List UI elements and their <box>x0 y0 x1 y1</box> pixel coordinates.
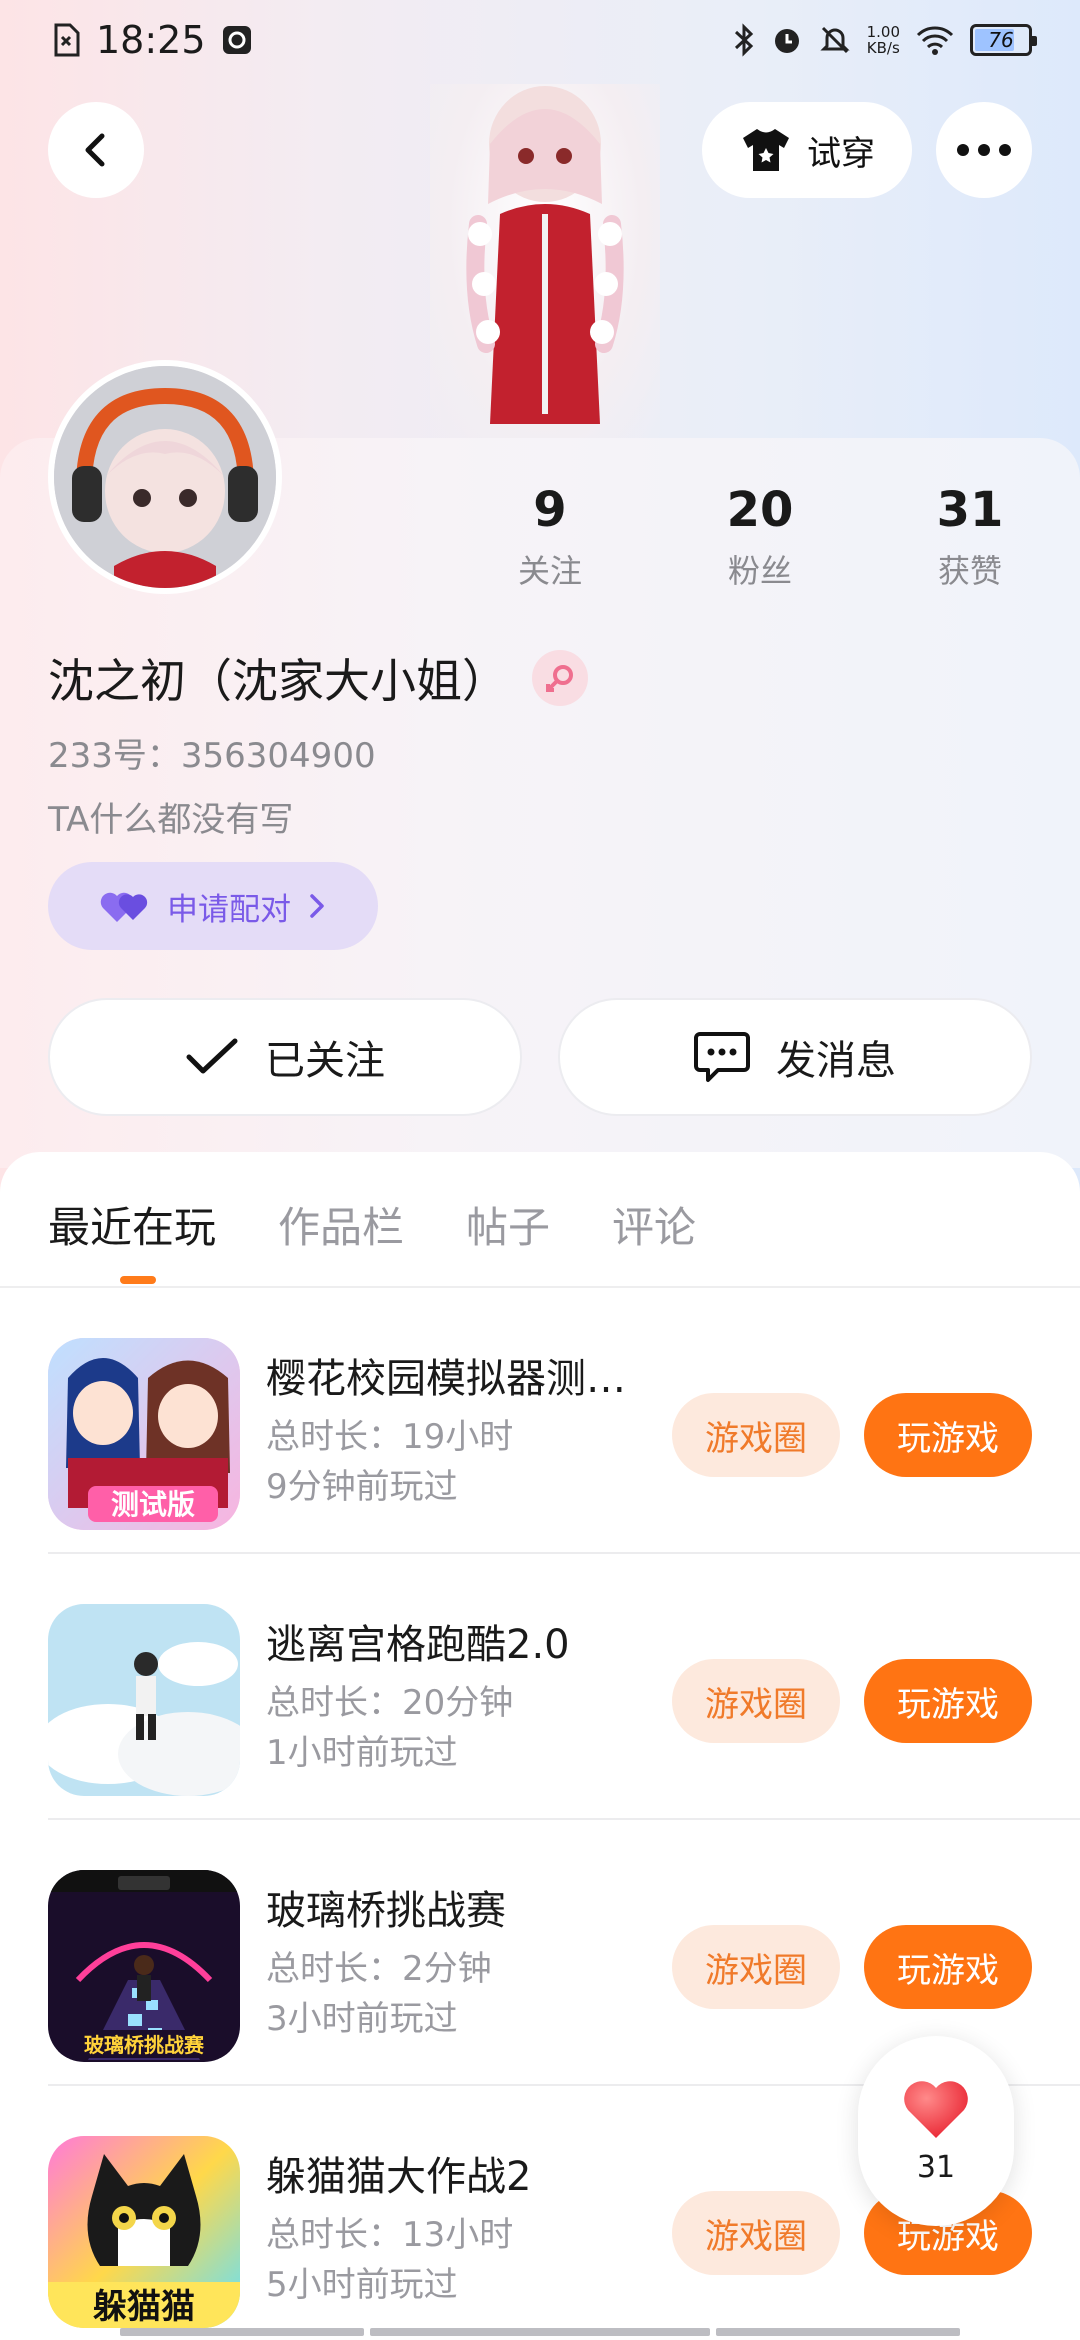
wifi-icon <box>916 25 954 55</box>
tab-recently-played[interactable]: 最近在玩 <box>48 1194 216 1255</box>
status-time: 18:25 <box>96 18 206 62</box>
game-last-played: 5小时前玩过 <box>266 2265 458 2305</box>
game-last-played: 1小时前玩过 <box>266 1733 458 1773</box>
request-pair-label: 申请配对 <box>167 891 291 928</box>
active-tab-indicator <box>120 1276 156 1284</box>
game-circle-button[interactable]: 游戏圈 <box>672 2191 840 2275</box>
stat-fans[interactable]: 20 粉丝 <box>680 480 840 592</box>
game-icon-caption: 躲猫猫 <box>93 2287 195 2327</box>
play-game-button[interactable]: 玩游戏 <box>864 1393 1032 1477</box>
network-speed: 1.00 KB/s <box>866 23 900 57</box>
bluetooth-icon <box>733 23 755 57</box>
tab-comments[interactable]: 评论 <box>612 1194 696 1255</box>
try-on-button[interactable]: 试穿 <box>702 102 912 198</box>
try-on-label: 试穿 <box>807 133 875 174</box>
game-title: 玻璃桥挑战赛 <box>266 1888 506 1934</box>
game-circle-button[interactable]: 游戏圈 <box>672 1925 840 2009</box>
chevron-right-icon <box>310 894 324 918</box>
game-icon-caption: 测试版 <box>111 1488 195 1521</box>
game-duration: 总时长：13小时 <box>266 2215 514 2255</box>
like-count: 31 <box>916 2149 956 2185</box>
send-message-label: 发消息 <box>776 1038 896 1084</box>
game-icon-hide-and-seek-cat: 躲猫猫 <box>48 2136 240 2328</box>
game-circle-button[interactable]: 游戏圈 <box>672 1393 840 1477</box>
stat-value: 9 <box>533 482 567 538</box>
game-title: 逃离宫格跑酷2.0 <box>266 1622 570 1668</box>
chat-bubble-icon <box>694 1032 750 1082</box>
back-button[interactable] <box>48 102 144 198</box>
stat-following[interactable]: 9 关注 <box>470 480 630 592</box>
like-profile-button[interactable]: 31 <box>858 2036 1014 2226</box>
username-row: 沈之初（沈家大小姐） <box>48 645 588 711</box>
heart-icon <box>904 2080 968 2138</box>
stat-likes[interactable]: 31 获赞 <box>890 480 1050 592</box>
checkmark-icon <box>186 1038 238 1074</box>
stat-value: 20 <box>726 482 794 538</box>
more-dots-icon <box>957 144 1011 156</box>
game-info: 逃离宫格跑酷2.0 总时长：20分钟 1小时前玩过 <box>266 1612 646 1776</box>
game-duration: 总时长：2分钟 <box>266 1949 492 1989</box>
sim-error-icon <box>52 23 80 57</box>
game-info: 玻璃桥挑战赛 总时长：2分钟 3小时前玩过 <box>266 1878 646 2042</box>
game-circle-button[interactable]: 游戏圈 <box>672 1659 840 1743</box>
profile-tabs: 最近在玩 作品栏 帖子 评论 <box>48 1194 696 1255</box>
stat-label: 粉丝 <box>727 552 792 590</box>
game-duration: 总时长：19小时 <box>266 1417 514 1457</box>
game-icon-glass-bridge: 玻璃桥挑战赛 <box>48 1870 240 2062</box>
stat-label: 关注 <box>517 552 582 590</box>
stat-label: 获赞 <box>937 552 1002 590</box>
app-notification-icon <box>222 25 252 55</box>
game-last-played: 9分钟前玩过 <box>266 1467 458 1507</box>
game-last-played: 3小时前玩过 <box>266 1999 458 2039</box>
female-gender-icon <box>532 650 588 706</box>
user-bio: TA什么都没有写 <box>48 800 294 840</box>
battery-indicator: 76 <box>970 24 1037 56</box>
more-options-button[interactable] <box>936 102 1032 198</box>
alarm-icon <box>771 24 803 56</box>
avatar[interactable] <box>48 360 282 594</box>
send-message-button[interactable]: 发消息 <box>558 998 1032 1116</box>
tab-works[interactable]: 作品栏 <box>278 1194 404 1255</box>
game-icon-sakura-school: 测试版 <box>48 1338 240 1530</box>
game-row[interactable]: 测试版 樱花校园模拟器测试版 总时长：19小时 9分钟前玩过 游戏圈 玩游戏 <box>0 1288 1080 1554</box>
profile-stats: 9 关注 20 粉丝 31 获赞 <box>470 480 1050 592</box>
username: 沈之初（沈家大小姐） <box>48 654 508 708</box>
mute-bell-icon <box>819 24 851 56</box>
game-info: 樱花校园模拟器测试版 总时长：19小时 9分钟前玩过 <box>266 1346 646 1510</box>
request-pair-button[interactable]: 申请配对 <box>48 862 378 950</box>
tshirt-icon <box>743 129 789 171</box>
game-icon-caption: 玻璃桥挑战赛 <box>84 2033 205 2057</box>
chevron-left-icon <box>85 133 105 167</box>
play-game-button[interactable]: 玩游戏 <box>864 1925 1032 2009</box>
tab-posts[interactable]: 帖子 <box>466 1194 550 1255</box>
game-title: 樱花校园模拟器测试版 <box>266 1356 646 1402</box>
followed-button[interactable]: 已关注 <box>48 998 522 1116</box>
followed-label: 已关注 <box>265 1038 385 1084</box>
stat-value: 31 <box>936 482 1004 538</box>
bottom-scroll-indicator <box>120 2328 960 2336</box>
game-row[interactable]: 逃离宫格跑酷2.0 总时长：20分钟 1小时前玩过 游戏圈 玩游戏 <box>0 1554 1080 1820</box>
double-heart-icon <box>100 892 148 922</box>
play-game-button[interactable]: 玩游戏 <box>864 1659 1032 1743</box>
game-title: 躲猫猫大作战2 <box>266 2154 532 2200</box>
status-bar: 18:25 1.00 KB/s 76 <box>0 0 1080 80</box>
banner-character-image <box>430 84 660 438</box>
game-duration: 总时长：20分钟 <box>266 1683 514 1723</box>
game-icon-grid-parkour <box>48 1604 240 1796</box>
user-id: 233号：356304900 <box>48 736 376 776</box>
game-info: 躲猫猫大作战2 总时长：13小时 5小时前玩过 <box>266 2144 646 2308</box>
